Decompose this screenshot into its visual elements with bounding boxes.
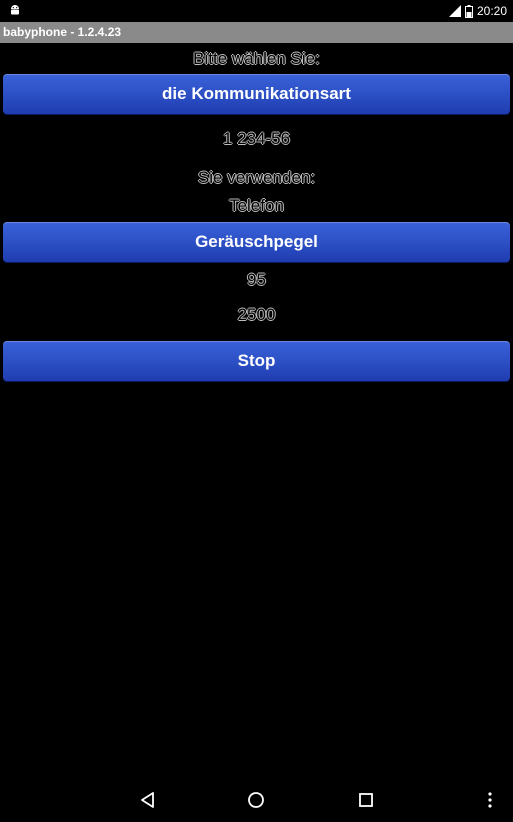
delay-value: 2500	[237, 305, 276, 324]
communication-mode-text: Telefon	[229, 196, 284, 215]
app-title: babyphone - 1.2.4.23	[3, 25, 122, 39]
back-icon[interactable]	[138, 790, 158, 810]
overflow-menu-icon[interactable]	[480, 790, 500, 810]
recents-icon[interactable]	[356, 790, 376, 810]
home-icon[interactable]	[246, 790, 266, 810]
app-title-bar: babyphone - 1.2.4.23	[0, 22, 513, 43]
noise-level-button[interactable]: Geräuschpegel	[3, 222, 510, 262]
navigation-bar	[0, 778, 513, 822]
android-icon	[11, 5, 19, 15]
status-bar: 20:20	[0, 0, 513, 22]
noise-level-value: 95	[247, 270, 266, 289]
battery-icon	[464, 4, 473, 18]
stop-button[interactable]: Stop	[3, 341, 510, 381]
status-time: 20:20	[476, 4, 507, 18]
signal-icon	[448, 5, 461, 17]
communication-type-button[interactable]: die Kommunikationsart	[3, 74, 510, 114]
choose-label: Bitte wählen Sie:	[193, 49, 320, 68]
phone-number-text: 1 234-56	[222, 129, 291, 148]
status-icons: 20:20	[448, 3, 507, 19]
using-label: Sie verwenden:	[197, 168, 316, 187]
